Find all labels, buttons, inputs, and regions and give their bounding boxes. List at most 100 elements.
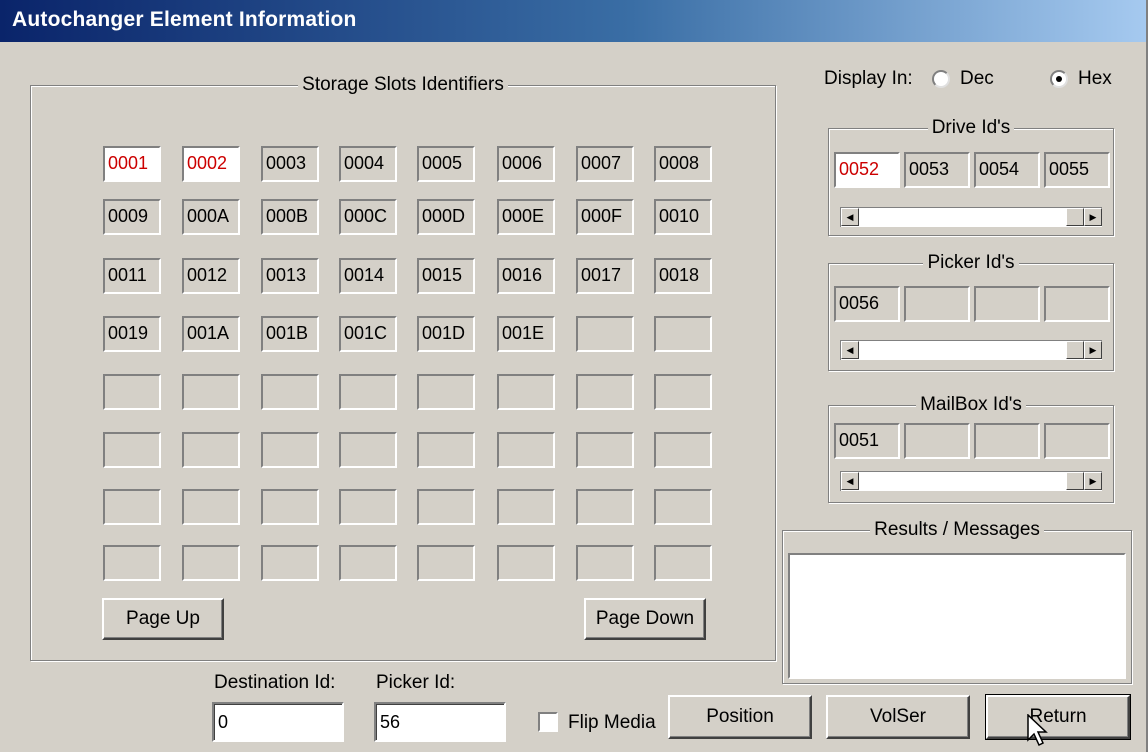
drive-id-cell[interactable]: 0054 xyxy=(974,152,1040,188)
storage-slot-cell[interactable]: 001E xyxy=(497,316,555,352)
drive-id-cell[interactable]: 0055 xyxy=(1044,152,1110,188)
storage-slot-cell[interactable] xyxy=(182,489,240,525)
storage-slot-cell[interactable]: 0010 xyxy=(654,199,712,235)
storage-slot-cell[interactable] xyxy=(261,545,319,581)
storage-slot-cell[interactable]: 000A xyxy=(182,199,240,235)
storage-slot-cell[interactable]: 0012 xyxy=(182,258,240,294)
flip-media-checkbox[interactable] xyxy=(538,712,558,732)
storage-slot-cell[interactable] xyxy=(417,374,475,410)
scroll-thumb[interactable] xyxy=(1066,341,1084,359)
picker-id-cell[interactable] xyxy=(974,286,1040,322)
drive-id-cell[interactable]: 0052 xyxy=(834,152,900,188)
storage-slot-cell[interactable]: 0009 xyxy=(103,199,161,235)
storage-slot-cell[interactable] xyxy=(576,316,634,352)
storage-slot-cell[interactable]: 0007 xyxy=(576,146,634,182)
scroll-right-icon[interactable]: ▶ xyxy=(1084,208,1102,226)
storage-slot-cell[interactable]: 0011 xyxy=(103,258,161,294)
results-messages-box[interactable] xyxy=(788,553,1126,679)
scroll-right-icon[interactable]: ▶ xyxy=(1084,341,1102,359)
drive-id-cell[interactable]: 0053 xyxy=(904,152,970,188)
mailbox-id-cell[interactable]: 0051 xyxy=(834,423,900,459)
storage-slot-cell[interactable]: 0015 xyxy=(417,258,475,294)
storage-slot-cell[interactable]: 0006 xyxy=(497,146,555,182)
storage-slot-cell[interactable] xyxy=(654,374,712,410)
storage-slot-cell[interactable] xyxy=(339,489,397,525)
storage-slot-cell[interactable] xyxy=(497,545,555,581)
storage-slot-cell[interactable]: 001A xyxy=(182,316,240,352)
storage-slot-cell[interactable]: 0005 xyxy=(417,146,475,182)
mailbox-id-cell[interactable] xyxy=(904,423,970,459)
picker-ids-scrollbar[interactable]: ◀ ▶ xyxy=(840,340,1102,360)
storage-slot-cell[interactable] xyxy=(576,489,634,525)
storage-slot-cell[interactable]: 0013 xyxy=(261,258,319,294)
storage-slot-cell[interactable]: 001B xyxy=(261,316,319,352)
hex-radio[interactable] xyxy=(1050,70,1068,88)
storage-slot-cell[interactable]: 0002 xyxy=(182,146,240,182)
scroll-right-icon[interactable]: ▶ xyxy=(1084,472,1102,490)
storage-slot-cell[interactable] xyxy=(182,432,240,468)
storage-slot-cell[interactable] xyxy=(417,545,475,581)
picker-id-cell[interactable]: 0056 xyxy=(834,286,900,322)
destination-id-input[interactable] xyxy=(212,702,344,742)
mailbox-ids-scrollbar[interactable]: ◀ ▶ xyxy=(840,471,1102,491)
storage-slot-cell[interactable]: 0004 xyxy=(339,146,397,182)
scroll-thumb[interactable] xyxy=(1066,208,1084,226)
dec-label[interactable]: Dec xyxy=(960,68,994,90)
drive-ids-scrollbar[interactable]: ◀ ▶ xyxy=(840,207,1102,227)
storage-slot-cell[interactable] xyxy=(576,545,634,581)
storage-slot-cell[interactable] xyxy=(103,489,161,525)
storage-slot-cell[interactable] xyxy=(261,489,319,525)
storage-slot-cell[interactable] xyxy=(654,432,712,468)
storage-slot-cell[interactable]: 000F xyxy=(576,199,634,235)
scroll-left-icon[interactable]: ◀ xyxy=(841,208,859,226)
page-down-button[interactable]: Page Down xyxy=(584,598,706,640)
storage-slot-cell[interactable]: 0019 xyxy=(103,316,161,352)
storage-slot-cell[interactable]: 0003 xyxy=(261,146,319,182)
storage-slot-cell[interactable] xyxy=(103,374,161,410)
storage-slot-cell[interactable]: 001C xyxy=(339,316,397,352)
storage-slot-cell[interactable] xyxy=(576,374,634,410)
return-button[interactable]: Return xyxy=(985,694,1131,740)
storage-slot-cell[interactable]: 000E xyxy=(497,199,555,235)
storage-slot-cell[interactable]: 0017 xyxy=(576,258,634,294)
storage-slot-cell[interactable]: 0001 xyxy=(103,146,161,182)
storage-slot-cell[interactable] xyxy=(417,432,475,468)
storage-slot-cell[interactable]: 001D xyxy=(417,316,475,352)
storage-slot-cell[interactable] xyxy=(339,545,397,581)
storage-slot-cell[interactable] xyxy=(261,374,319,410)
picker-id-cell[interactable] xyxy=(1044,286,1110,322)
storage-slot-cell[interactable] xyxy=(497,432,555,468)
dec-radio[interactable] xyxy=(932,70,950,88)
storage-slot-cell[interactable] xyxy=(261,432,319,468)
storage-slot-cell[interactable] xyxy=(103,545,161,581)
storage-slot-cell[interactable] xyxy=(497,374,555,410)
storage-slot-cell[interactable] xyxy=(654,489,712,525)
storage-slot-cell[interactable] xyxy=(654,316,712,352)
storage-slot-cell[interactable] xyxy=(417,489,475,525)
storage-slot-cell[interactable]: 0016 xyxy=(497,258,555,294)
storage-slot-cell[interactable] xyxy=(497,489,555,525)
mailbox-id-cell[interactable] xyxy=(1044,423,1110,459)
hex-label[interactable]: Hex xyxy=(1078,68,1112,90)
flip-media-label[interactable]: Flip Media xyxy=(568,712,656,734)
picker-id-cell[interactable] xyxy=(904,286,970,322)
storage-slot-cell[interactable] xyxy=(339,432,397,468)
storage-slot-cell[interactable]: 000B xyxy=(261,199,319,235)
storage-slot-cell[interactable]: 0014 xyxy=(339,258,397,294)
storage-slot-cell[interactable] xyxy=(654,545,712,581)
picker-id-input[interactable] xyxy=(374,702,506,742)
position-button[interactable]: Position xyxy=(668,695,812,739)
storage-slot-cell[interactable]: 000D xyxy=(417,199,475,235)
storage-slot-cell[interactable] xyxy=(339,374,397,410)
storage-slot-cell[interactable] xyxy=(182,374,240,410)
storage-slot-cell[interactable]: 000C xyxy=(339,199,397,235)
scroll-left-icon[interactable]: ◀ xyxy=(841,472,859,490)
storage-slot-cell[interactable] xyxy=(103,432,161,468)
scroll-left-icon[interactable]: ◀ xyxy=(841,341,859,359)
volser-button[interactable]: VolSer xyxy=(826,695,970,739)
scroll-thumb[interactable] xyxy=(1066,472,1084,490)
storage-slot-cell[interactable]: 0018 xyxy=(654,258,712,294)
mailbox-id-cell[interactable] xyxy=(974,423,1040,459)
page-up-button[interactable]: Page Up xyxy=(102,598,224,640)
storage-slot-cell[interactable] xyxy=(576,432,634,468)
